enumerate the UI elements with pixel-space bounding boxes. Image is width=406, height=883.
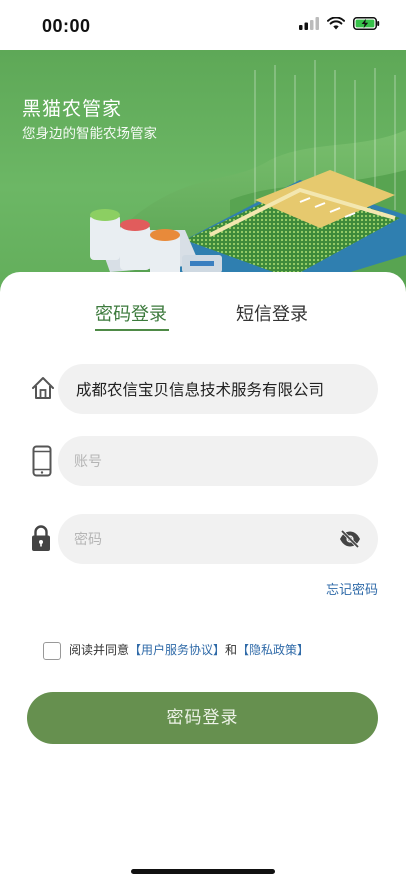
password-input[interactable]: 密码 bbox=[58, 514, 378, 564]
app-title: 黑猫农管家 bbox=[22, 98, 123, 120]
home-indicator bbox=[131, 869, 275, 874]
battery-charging-icon bbox=[353, 17, 380, 30]
company-field[interactable]: 成都农信宝贝信息技术服务有限公司 bbox=[58, 364, 378, 414]
farm-illustration bbox=[90, 60, 406, 300]
tab-password-login[interactable]: 密码登录 bbox=[95, 300, 167, 326]
user-agreement-link[interactable]: 【用户服务协议】 bbox=[129, 643, 225, 657]
tab-sms-login[interactable]: 短信登录 bbox=[236, 300, 308, 326]
wifi-icon bbox=[327, 17, 345, 30]
lock-icon bbox=[32, 525, 50, 551]
hero-banner: 黑猫农管家 您身边的智能农场管家 bbox=[0, 50, 406, 300]
phone-icon bbox=[32, 445, 52, 477]
home-icon bbox=[32, 377, 54, 399]
eye-slash-icon[interactable] bbox=[338, 529, 362, 549]
status-time: 00:00 bbox=[42, 16, 91, 36]
password-placeholder: 密码 bbox=[74, 532, 102, 548]
account-input[interactable]: 账号 bbox=[58, 436, 378, 486]
cellular-signal-icon bbox=[299, 17, 319, 30]
status-icons bbox=[299, 17, 380, 30]
company-field-value: 成都农信宝贝信息技术服务有限公司 bbox=[76, 381, 325, 399]
app-subtitle: 您身边的智能农场管家 bbox=[22, 126, 157, 142]
forgot-password-link[interactable]: 忘记密码 bbox=[326, 579, 378, 598]
agreement-text: 阅读并同意【用户服务协议】和【隐私政策】 bbox=[69, 641, 309, 658]
agreement-and: 和 bbox=[225, 643, 238, 657]
login-card: 密码登录 短信登录 成都农信宝贝信息技术服务有限公司 账号 密码 忘记密码 阅读… bbox=[0, 272, 406, 883]
active-tab-indicator bbox=[95, 329, 169, 331]
agreement-prefix: 阅读并同意 bbox=[69, 643, 130, 657]
agreement-checkbox[interactable] bbox=[43, 642, 61, 660]
account-placeholder: 账号 bbox=[74, 454, 102, 470]
status-bar: 00:00 bbox=[0, 0, 406, 50]
privacy-policy-link[interactable]: 【隐私政策】 bbox=[237, 643, 309, 657]
login-button[interactable]: 密码登录 bbox=[27, 692, 378, 744]
